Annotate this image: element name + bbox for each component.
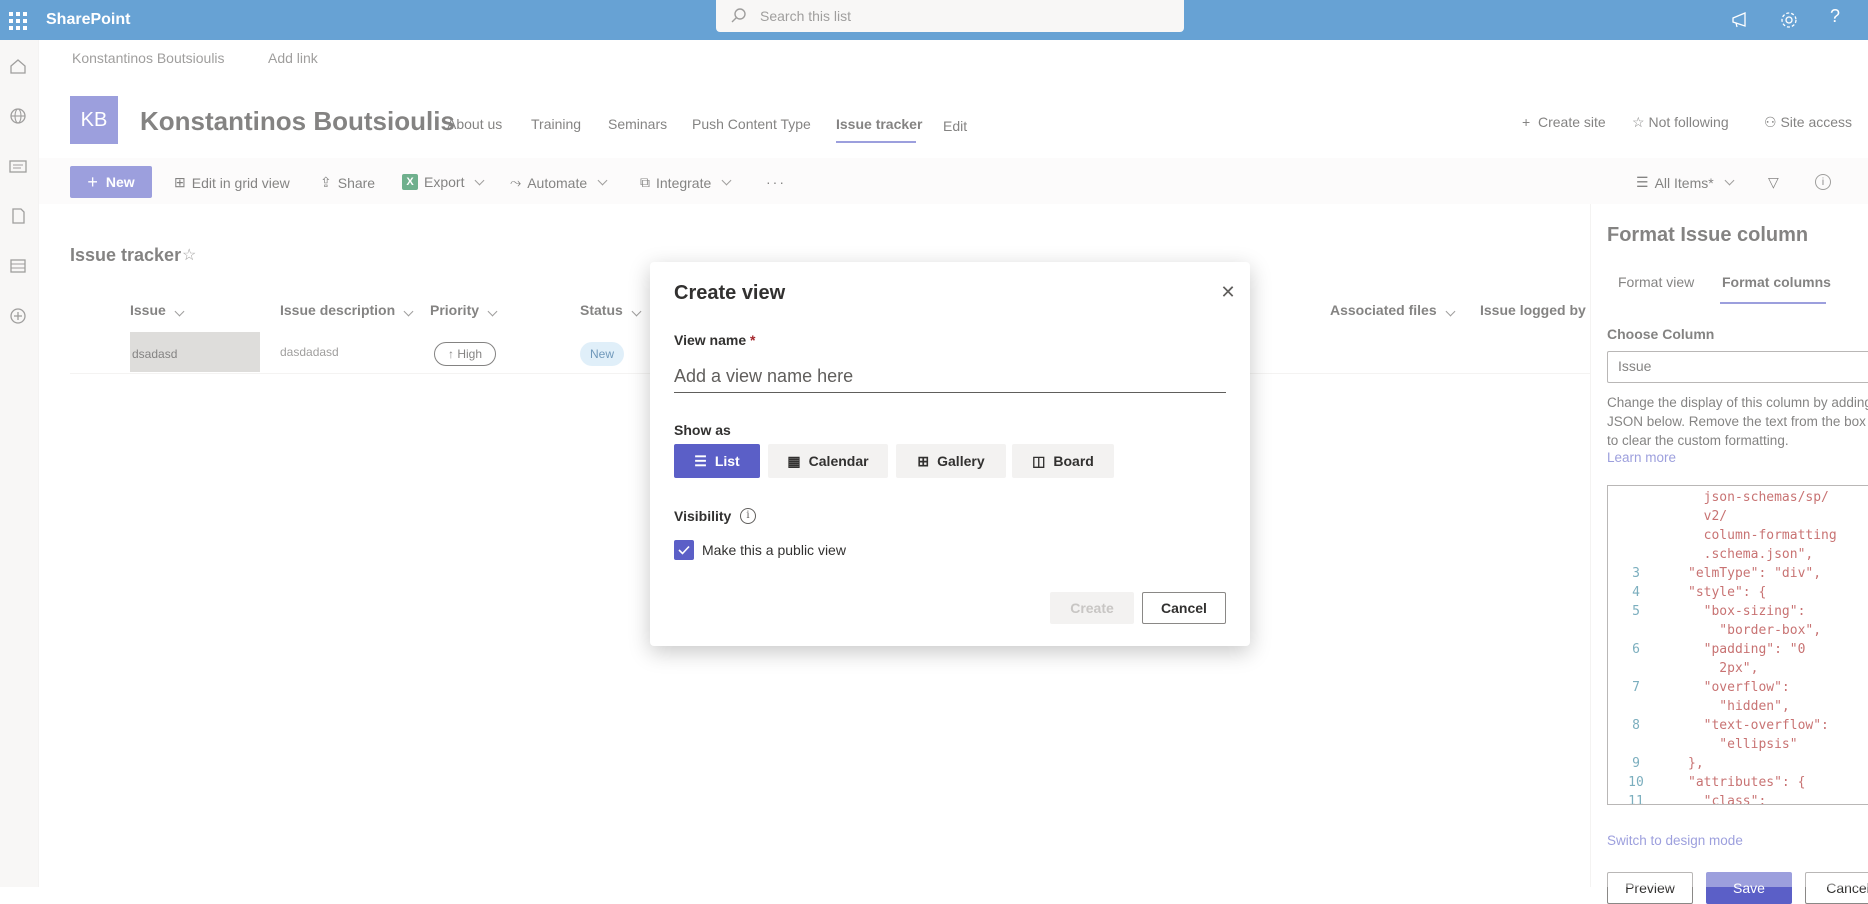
dialog-title: Create view xyxy=(674,282,786,304)
board-label: Board xyxy=(1053,453,1094,469)
create-view-dialog: Create view ✕ View name * Show as ☰List … xyxy=(650,262,1250,646)
gallery-label: Gallery xyxy=(937,453,985,469)
close-icon[interactable]: ✕ xyxy=(1216,280,1240,304)
list-lines-icon: ☰ xyxy=(694,452,707,469)
public-view-checkbox[interactable] xyxy=(674,540,694,560)
create-button[interactable]: Create xyxy=(1050,592,1134,624)
list-label: List xyxy=(714,453,740,469)
required-marker: * xyxy=(750,332,756,348)
calendar-icon: ▦ xyxy=(787,452,801,469)
view-name-label: View name * xyxy=(674,332,756,348)
gallery-icon: ⊞ xyxy=(917,452,930,469)
info-icon[interactable]: i xyxy=(740,508,756,524)
show-as-gallery-button[interactable]: ⊞ Gallery xyxy=(896,444,1006,478)
show-as-calendar-button[interactable]: ▦ Calendar xyxy=(768,444,888,478)
show-as-label: Show as xyxy=(674,422,731,438)
show-as-list-button[interactable]: ☰ List xyxy=(674,444,760,478)
cancel-button[interactable]: Cancel xyxy=(1142,592,1226,624)
public-view-label[interactable]: Make this a public view xyxy=(702,542,846,558)
show-as-board-button[interactable]: ◫ Board xyxy=(1012,444,1114,478)
visibility-label: Visibility xyxy=(674,508,732,524)
board-icon: ◫ xyxy=(1032,452,1046,469)
checkmark-icon xyxy=(678,545,690,555)
calendar-label: Calendar xyxy=(808,453,869,469)
view-name-input[interactable] xyxy=(674,361,1226,393)
